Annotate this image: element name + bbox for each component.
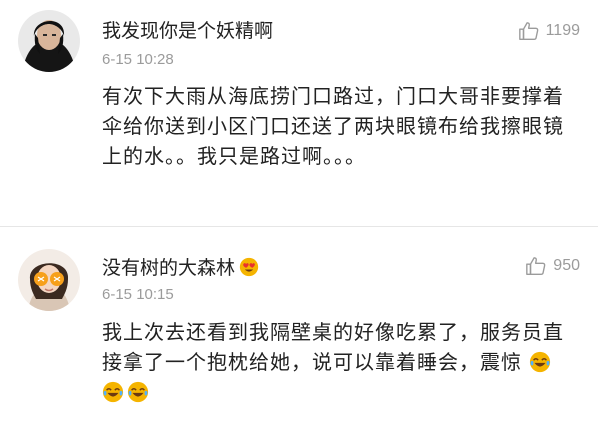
user-avatar-photo-icon xyxy=(18,249,80,311)
heart-eyes-emoji-icon xyxy=(239,257,259,277)
thumbs-up-icon xyxy=(518,22,538,40)
username[interactable]: 我发现你是个妖精啊 xyxy=(102,19,273,43)
username-text[interactable]: 没有树的大森林 xyxy=(102,257,235,279)
like-button[interactable]: 950 xyxy=(525,255,580,277)
comment-text: 我上次去还看到我隔壁桌的好像吃累了，服务员直接拿了一个抱枕给她，说可以靠着睡会，… xyxy=(102,317,576,407)
avatar[interactable] xyxy=(18,249,80,311)
avatar[interactable] xyxy=(18,10,80,72)
comment-text-content: 我上次去还看到我隔壁桌的好像吃累了，服务员直接拿了一个抱枕给她，说可以靠着睡会，… xyxy=(102,320,564,374)
user-avatar-photo-icon xyxy=(18,10,80,72)
tears-of-joy-emoji-icon xyxy=(127,381,149,403)
username: 没有树的大森林 xyxy=(102,256,259,280)
timestamp: 6-15 10:28 xyxy=(102,51,174,68)
comment-item: 没有树的大森林 6-15 10:15 950 我上次去还看到我隔壁桌的好像吃累了… xyxy=(0,227,598,429)
tears-of-joy-emoji-icon xyxy=(102,381,124,403)
timestamp: 6-15 10:15 xyxy=(102,286,174,303)
thumbs-up-icon xyxy=(526,257,546,275)
comment-item: 我发现你是个妖精啊 6-15 10:28 1199 有次下大雨从海底捞门口路过，… xyxy=(0,0,598,226)
like-count: 1199 xyxy=(545,22,580,39)
like-button[interactable]: 1199 xyxy=(518,20,580,42)
like-count: 950 xyxy=(553,257,580,274)
comment-text: 有次下大雨从海底捞门口路过，门口大哥非要撑着伞给你送到小区门口还送了两块眼镜布给… xyxy=(102,84,564,168)
tears-of-joy-emoji-icon xyxy=(530,351,551,373)
